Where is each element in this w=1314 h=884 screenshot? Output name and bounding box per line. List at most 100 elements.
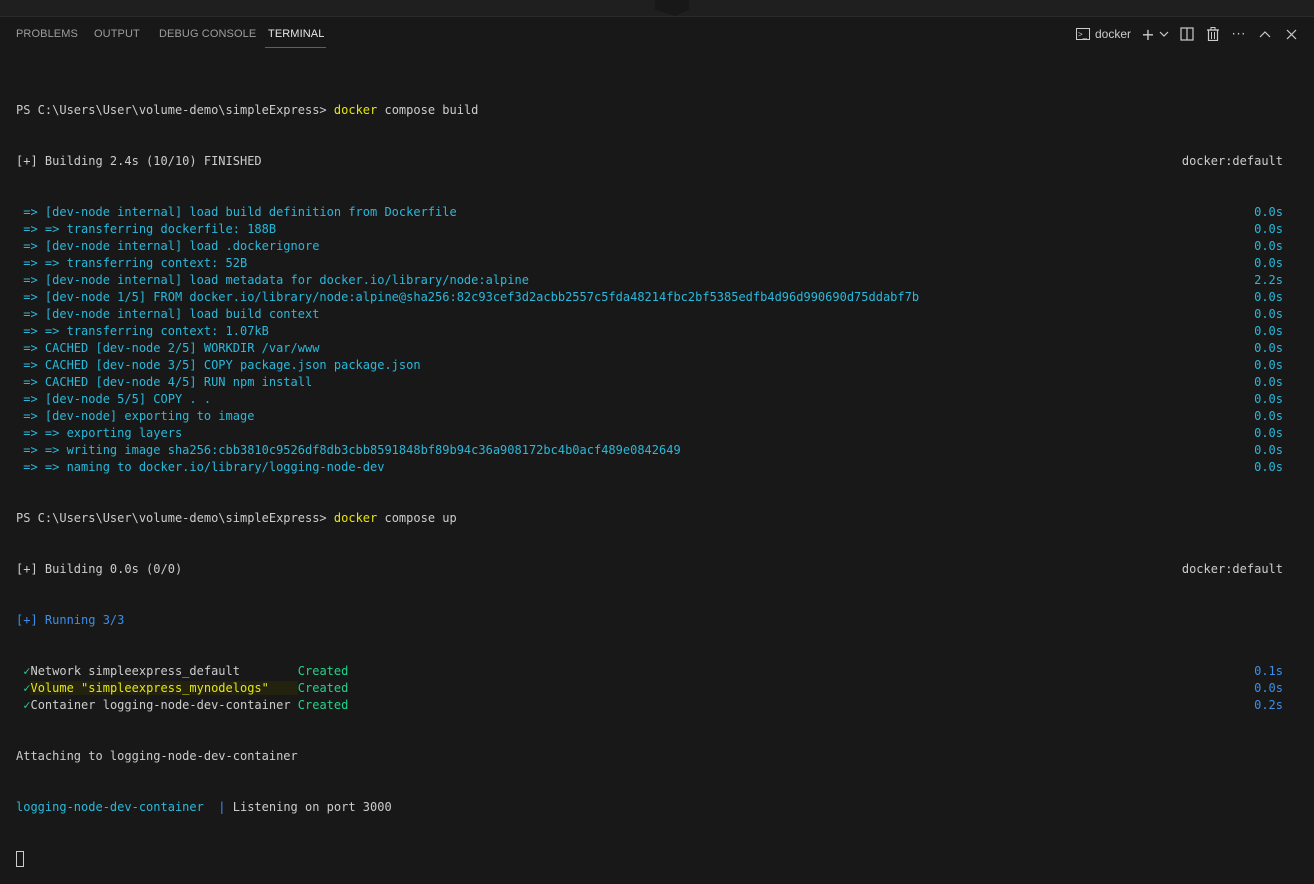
build-step-line: => [dev-node internal] load build defini… [16, 204, 1296, 221]
build-step-time: 0.0s [1254, 222, 1283, 236]
build-step-line: => => naming to docker.io/library/loggin… [16, 459, 1296, 476]
build-step-time: 0.0s [1254, 205, 1283, 219]
build-status-line: [+] Building 2.4s (10/10) FINISHED docker… [16, 153, 1296, 170]
build-step-line: => => transferring context: 1.07kB 0.0s [16, 323, 1296, 340]
prompt-line-build: PS C:\Users\User\volume-demo\simpleExpre… [16, 102, 1296, 119]
ellipsis-icon: ··· [1231, 27, 1247, 41]
resource-name: Container logging-node-dev-container [30, 698, 298, 712]
terminal-cursor [16, 850, 24, 867]
build-step-line: => [dev-node 5/5] COPY . . 0.0s [16, 391, 1296, 408]
build-step-line: => [dev-node internal] load metadata for… [16, 272, 1296, 289]
resource-status: Created [297, 664, 349, 678]
build-step-line: => [dev-node internal] load .dockerignor… [16, 238, 1296, 255]
prompt-command: docker [333, 103, 378, 117]
terminal-name: docker [1095, 27, 1132, 41]
container-log-line: logging-node-dev-container | Listening o… [16, 799, 1296, 816]
close-icon [1286, 29, 1296, 39]
close-panel-button[interactable] [1283, 25, 1299, 43]
prompt-path: PS C:\Users\User\volume-demo\simpleExpre… [16, 511, 334, 525]
tab-output[interactable]: OUTPUT [94, 17, 140, 51]
build-step-text: => [dev-node 5/5] COPY . . [16, 392, 212, 406]
prompt-args: compose build [377, 103, 479, 117]
build-step-text: => [dev-node 1/5] FROM docker.io/library… [16, 290, 920, 304]
build-step-text: => [dev-node internal] load build contex… [16, 307, 320, 321]
cursor-line [16, 850, 1296, 867]
build-step-time: 0.0s [1254, 460, 1283, 474]
build-step-text: => => exporting layers [16, 426, 183, 440]
build-step-text: => [dev-node] exporting to image [16, 409, 255, 423]
build-step-line: => => exporting layers 0.0s [16, 425, 1296, 442]
build-step-time: 0.0s [1254, 392, 1283, 406]
build-step-line: => CACHED [dev-node 4/5] RUN npm install… [16, 374, 1296, 391]
build-step-time: 2.2s [1254, 273, 1283, 287]
build-step-text: => CACHED [dev-node 3/5] COPY package.js… [16, 358, 421, 372]
prompt-path: PS C:\Users\User\volume-demo\simpleExpre… [16, 103, 334, 117]
resource-status: Created [297, 698, 349, 712]
terminal-output[interactable]: PS C:\Users\User\volume-demo\simpleExpre… [16, 68, 1296, 884]
build-step-text: => => transferring dockerfile: 188B [16, 222, 277, 236]
resource-status: Created [297, 681, 349, 695]
build-step-text: => => writing image sha256:cbb3810c9526d… [16, 443, 681, 457]
log-message: Listening on port 3000 [232, 800, 392, 814]
build-step-time: 0.0s [1254, 358, 1283, 372]
build-step-text: => => naming to docker.io/library/loggin… [16, 460, 385, 474]
build-step-text: => CACHED [dev-node 4/5] RUN npm install [16, 375, 313, 389]
new-terminal-button[interactable]: + [1140, 24, 1156, 44]
build-step-line: => => transferring dockerfile: 188B 0.0s [16, 221, 1296, 238]
kill-terminal-button[interactable] [1205, 25, 1221, 43]
build-steps: => [dev-node internal] load build defini… [16, 204, 1296, 476]
editor-top-edge [0, 0, 1314, 17]
terminal-dropdown-button[interactable] [1158, 25, 1170, 43]
resource-time: 0.0s [1254, 681, 1283, 695]
resource-name: Network simpleexpress_default [30, 664, 298, 678]
resource-line: ✓Container logging-node-dev-container Cr… [16, 697, 1296, 714]
terminal-selector[interactable]: >_ docker [1076, 25, 1132, 43]
split-terminal-button[interactable] [1179, 25, 1195, 43]
build-step-time: 0.0s [1254, 409, 1283, 423]
terminal-icon: >_ [1076, 28, 1090, 40]
prompt-line-up: PS C:\Users\User\volume-demo\simpleExpre… [16, 510, 1296, 527]
tab-terminal[interactable]: TERMINAL [264, 17, 327, 51]
resource-time: 0.1s [1254, 664, 1283, 678]
build-step-time: 0.0s [1254, 307, 1283, 321]
split-icon [1180, 27, 1194, 41]
sash-notch [655, 0, 689, 16]
resource-name: Volume "simpleexpress_mynodelogs" [30, 681, 298, 695]
chevron-down-icon [1159, 31, 1169, 37]
build-step-line: => [dev-node internal] load build contex… [16, 306, 1296, 323]
running-status: [+] Running 3/3 [16, 613, 125, 627]
build-step-time: 0.0s [1254, 290, 1283, 304]
compose-resources: ✓Network simpleexpress_default Created 0.… [16, 663, 1296, 714]
build-step-line: => => transferring context: 52B 0.0s [16, 255, 1296, 272]
plus-icon: + [1141, 24, 1155, 44]
maximize-panel-button[interactable] [1257, 25, 1273, 43]
check-icon: ✓ [23, 698, 31, 712]
build-status: [+] Building 0.0s (0/0) [16, 562, 183, 576]
build-step-time: 0.0s [1254, 375, 1283, 389]
build-step-text: => => transferring context: 1.07kB [16, 324, 269, 338]
build-step-time: 0.0s [1254, 341, 1283, 355]
tab-debug-console[interactable]: DEBUG CONSOLE [159, 17, 256, 51]
builder-name: docker:default [1181, 154, 1283, 168]
build-step-line: => CACHED [dev-node 3/5] COPY package.js… [16, 357, 1296, 374]
build-step-time: 0.0s [1254, 256, 1283, 270]
check-icon: ✓ [23, 664, 31, 678]
resource-time: 0.2s [1254, 698, 1283, 712]
resource-line: ✓Network simpleexpress_default Created 0.… [16, 663, 1296, 680]
build-status: [+] Building 2.4s (10/10) FINISHED [16, 154, 262, 168]
attaching-line: Attaching to logging-node-dev-container [16, 749, 298, 763]
build-step-text: => [dev-node internal] load .dockerignor… [16, 239, 320, 253]
more-actions-button[interactable]: ··· [1231, 25, 1247, 43]
build-step-text: => => transferring context: 52B [16, 256, 248, 270]
build-step-line: => [dev-node 1/5] FROM docker.io/library… [16, 289, 1296, 306]
build-step-text: => CACHED [dev-node 2/5] WORKDIR /var/ww… [16, 341, 320, 355]
build-step-time: 0.0s [1254, 443, 1283, 457]
resource-line: ✓Volume "simpleexpress_mynodelogs" Creat… [16, 680, 1296, 697]
tab-problems[interactable]: PROBLEMS [16, 17, 78, 51]
log-separator: | [203, 800, 233, 814]
build-step-time: 0.0s [1254, 426, 1283, 440]
build-step-text: => [dev-node internal] load build defini… [16, 205, 457, 219]
prompt-args: compose up [377, 511, 457, 525]
log-container-name: logging-node-dev-container [16, 800, 204, 814]
build-step-line: => => writing image sha256:cbb3810c9526d… [16, 442, 1296, 459]
